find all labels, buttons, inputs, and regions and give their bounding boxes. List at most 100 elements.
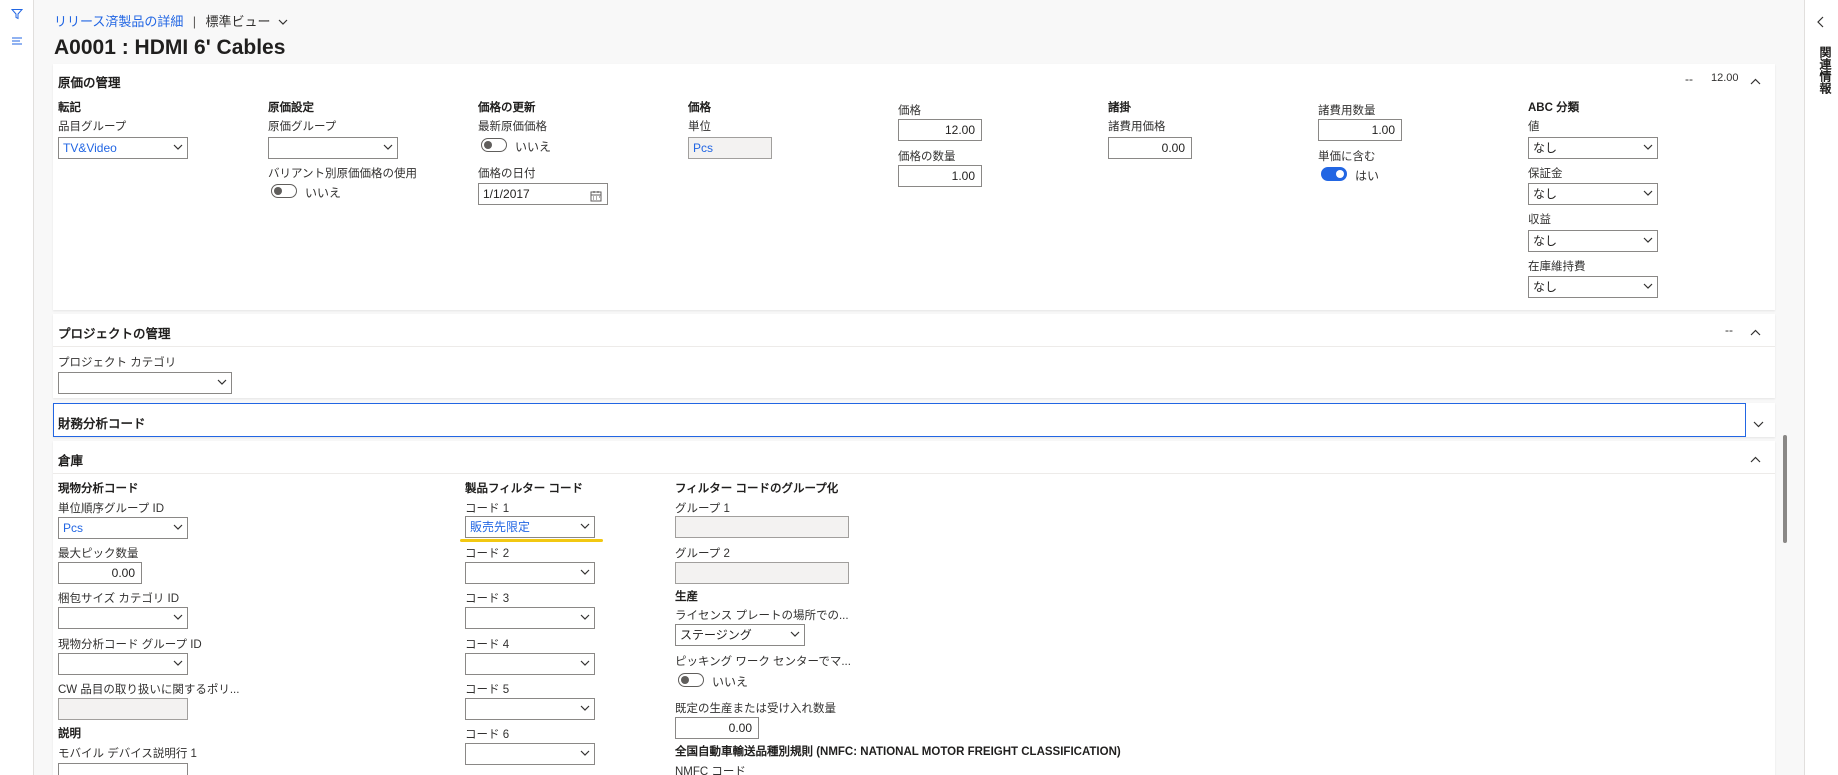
abc-carrying-label: 在庫維持費 xyxy=(1528,261,1586,273)
related-info-tab[interactable]: 関連情報 xyxy=(1817,46,1832,94)
cost-section-header[interactable]: 原価の管理 xyxy=(58,72,121,91)
dim-group-dropdown[interactable] xyxy=(58,653,188,675)
price-date-value: 1/1/2017 xyxy=(483,187,530,201)
project-management-section: プロジェクトの管理 -- プロジェクト カテゴリ xyxy=(53,314,1775,398)
chevron-down-icon xyxy=(1643,237,1653,245)
charges-qty-label: 諸費用数量 xyxy=(1318,105,1376,117)
collapse-icon[interactable] xyxy=(1750,452,1761,466)
divider xyxy=(53,473,1775,474)
price-qty-input[interactable]: 1.00 xyxy=(898,165,982,187)
include-in-price-toggle[interactable] xyxy=(1321,167,1347,181)
abc-value-dropdown[interactable]: なし xyxy=(1528,137,1658,159)
filter-icon[interactable] xyxy=(10,8,24,23)
storage-dim-group-label: 現物分析コード xyxy=(58,483,139,495)
chevron-left-icon[interactable] xyxy=(1817,16,1825,31)
include-in-price-label: 単価に含む xyxy=(1318,151,1376,163)
posting-group-label: 転記 xyxy=(58,102,81,114)
price-label: 価格 xyxy=(898,105,921,117)
breadcrumb-link[interactable]: リリース済製品の詳細 xyxy=(54,14,183,29)
max-pick-input[interactable]: 0.00 xyxy=(58,562,142,584)
group1-label: グループ 1 xyxy=(675,503,730,515)
item-group-label: 品目グループ xyxy=(58,121,127,133)
project-section-header[interactable]: プロジェクトの管理 xyxy=(58,323,171,342)
page-title: A0001 : HDMI 6' Cables xyxy=(54,36,286,59)
costing-setup-group-label: 原価設定 xyxy=(268,102,314,114)
variant-cost-value: いいえ xyxy=(305,186,342,200)
chevron-down-icon xyxy=(1643,190,1653,198)
variant-cost-label: バリアント別原価価格の使用 xyxy=(268,168,418,180)
collapse-icon[interactable] xyxy=(1750,325,1761,339)
picking-wc-toggle[interactable] xyxy=(678,673,704,687)
unit-field[interactable]: Pcs xyxy=(688,137,772,159)
chevron-down-icon xyxy=(383,144,393,152)
license-plate-dropdown[interactable]: ステージング xyxy=(675,624,805,646)
code3-dropdown[interactable] xyxy=(465,607,595,629)
view-selector[interactable]: 標準ビュー xyxy=(205,14,270,29)
abc-margin-value: なし xyxy=(1533,187,1558,201)
left-rail xyxy=(0,0,34,775)
code6-dropdown[interactable] xyxy=(465,743,595,765)
code1-label: コード 1 xyxy=(465,503,510,515)
charges-price-input[interactable]: 0.00 xyxy=(1108,137,1192,159)
pack-size-dropdown[interactable] xyxy=(58,607,188,629)
unit-label: 単位 xyxy=(688,121,711,133)
expand-icon[interactable] xyxy=(1753,417,1764,431)
production-group-label: 生産 xyxy=(675,591,698,603)
cw-policy-field[interactable] xyxy=(58,698,188,720)
abc-margin-dropdown[interactable]: なし xyxy=(1528,183,1658,205)
price-date-label: 価格の日付 xyxy=(478,168,536,180)
chevron-down-icon xyxy=(580,660,590,668)
code2-dropdown[interactable] xyxy=(465,562,595,584)
picking-wc-value: いいえ xyxy=(712,675,749,689)
abc-revenue-dropdown[interactable]: なし xyxy=(1528,230,1658,252)
vertical-scrollbar[interactable] xyxy=(1781,60,1789,775)
abc-revenue-label: 収益 xyxy=(1528,214,1551,226)
include-in-price-value: はい xyxy=(1355,169,1380,183)
code5-dropdown[interactable] xyxy=(465,698,595,720)
chevron-down-icon xyxy=(580,614,590,622)
code4-dropdown[interactable] xyxy=(465,653,595,675)
variant-cost-toggle[interactable] xyxy=(271,184,297,198)
charges-qty-input[interactable]: 1.00 xyxy=(1318,119,1402,141)
calendar-icon[interactable] xyxy=(590,188,602,202)
chevron-down-icon xyxy=(173,660,183,668)
price-input[interactable]: 12.00 xyxy=(898,119,982,141)
code2-label: コード 2 xyxy=(465,548,510,560)
code1-dropdown[interactable]: 販売先限定 xyxy=(465,516,595,538)
abc-carrying-dropdown[interactable]: なし xyxy=(1528,276,1658,298)
chevron-down-icon xyxy=(173,614,183,622)
breadcrumb: リリース済製品の詳細 | 標準ビュー xyxy=(54,11,288,30)
chevron-down-icon xyxy=(580,523,590,531)
unit-seq-value: Pcs xyxy=(63,521,84,535)
group2-field[interactable] xyxy=(675,562,849,584)
abc-revenue-value: なし xyxy=(1533,234,1558,248)
default-qty-input[interactable]: 0.00 xyxy=(675,717,759,739)
cw-policy-label: CW 品目の取り扱いに関するポリ... xyxy=(58,684,240,696)
group1-field[interactable] xyxy=(675,516,849,538)
mobile-desc-input[interactable] xyxy=(58,763,188,775)
financial-section-header[interactable]: 財務分析コード xyxy=(58,413,146,432)
latest-cost-toggle[interactable] xyxy=(481,138,507,152)
max-pick-label: 最大ピック数量 xyxy=(58,548,139,560)
collapse-icon[interactable] xyxy=(1750,74,1761,88)
menu-lines-icon[interactable] xyxy=(11,35,23,49)
cost-group-dropdown[interactable] xyxy=(268,137,398,159)
warehouse-section-header[interactable]: 倉庫 xyxy=(58,450,83,469)
price-date-input[interactable]: 1/1/2017 xyxy=(478,183,608,205)
item-group-dropdown[interactable]: TV&Video xyxy=(58,137,188,159)
scrollbar-thumb[interactable] xyxy=(1783,435,1787,543)
filter-grouping-label: フィルター コードのグループ化 xyxy=(675,483,839,495)
mobile-desc-label: モバイル デバイス説明行 1 xyxy=(58,748,197,760)
charges-group-label: 諸掛 xyxy=(1108,102,1131,114)
unit-seq-label: 単位順序グループ ID xyxy=(58,503,165,515)
dim-group-label: 現物分析コード グループ ID xyxy=(58,639,202,651)
abc-value-label: 値 xyxy=(1528,121,1540,133)
chevron-down-icon[interactable] xyxy=(278,15,288,29)
project-category-dropdown[interactable] xyxy=(58,372,232,394)
project-category-label: プロジェクト カテゴリ xyxy=(58,357,177,369)
breadcrumb-separator: | xyxy=(192,14,197,29)
unit-seq-dropdown[interactable]: Pcs xyxy=(58,517,188,539)
financial-dimensions-section[interactable]: 財務分析コード xyxy=(53,403,1775,437)
filter-code-group-label: 製品フィルター コード xyxy=(465,483,583,495)
cost-summary-value: 12.00 xyxy=(1711,72,1739,84)
